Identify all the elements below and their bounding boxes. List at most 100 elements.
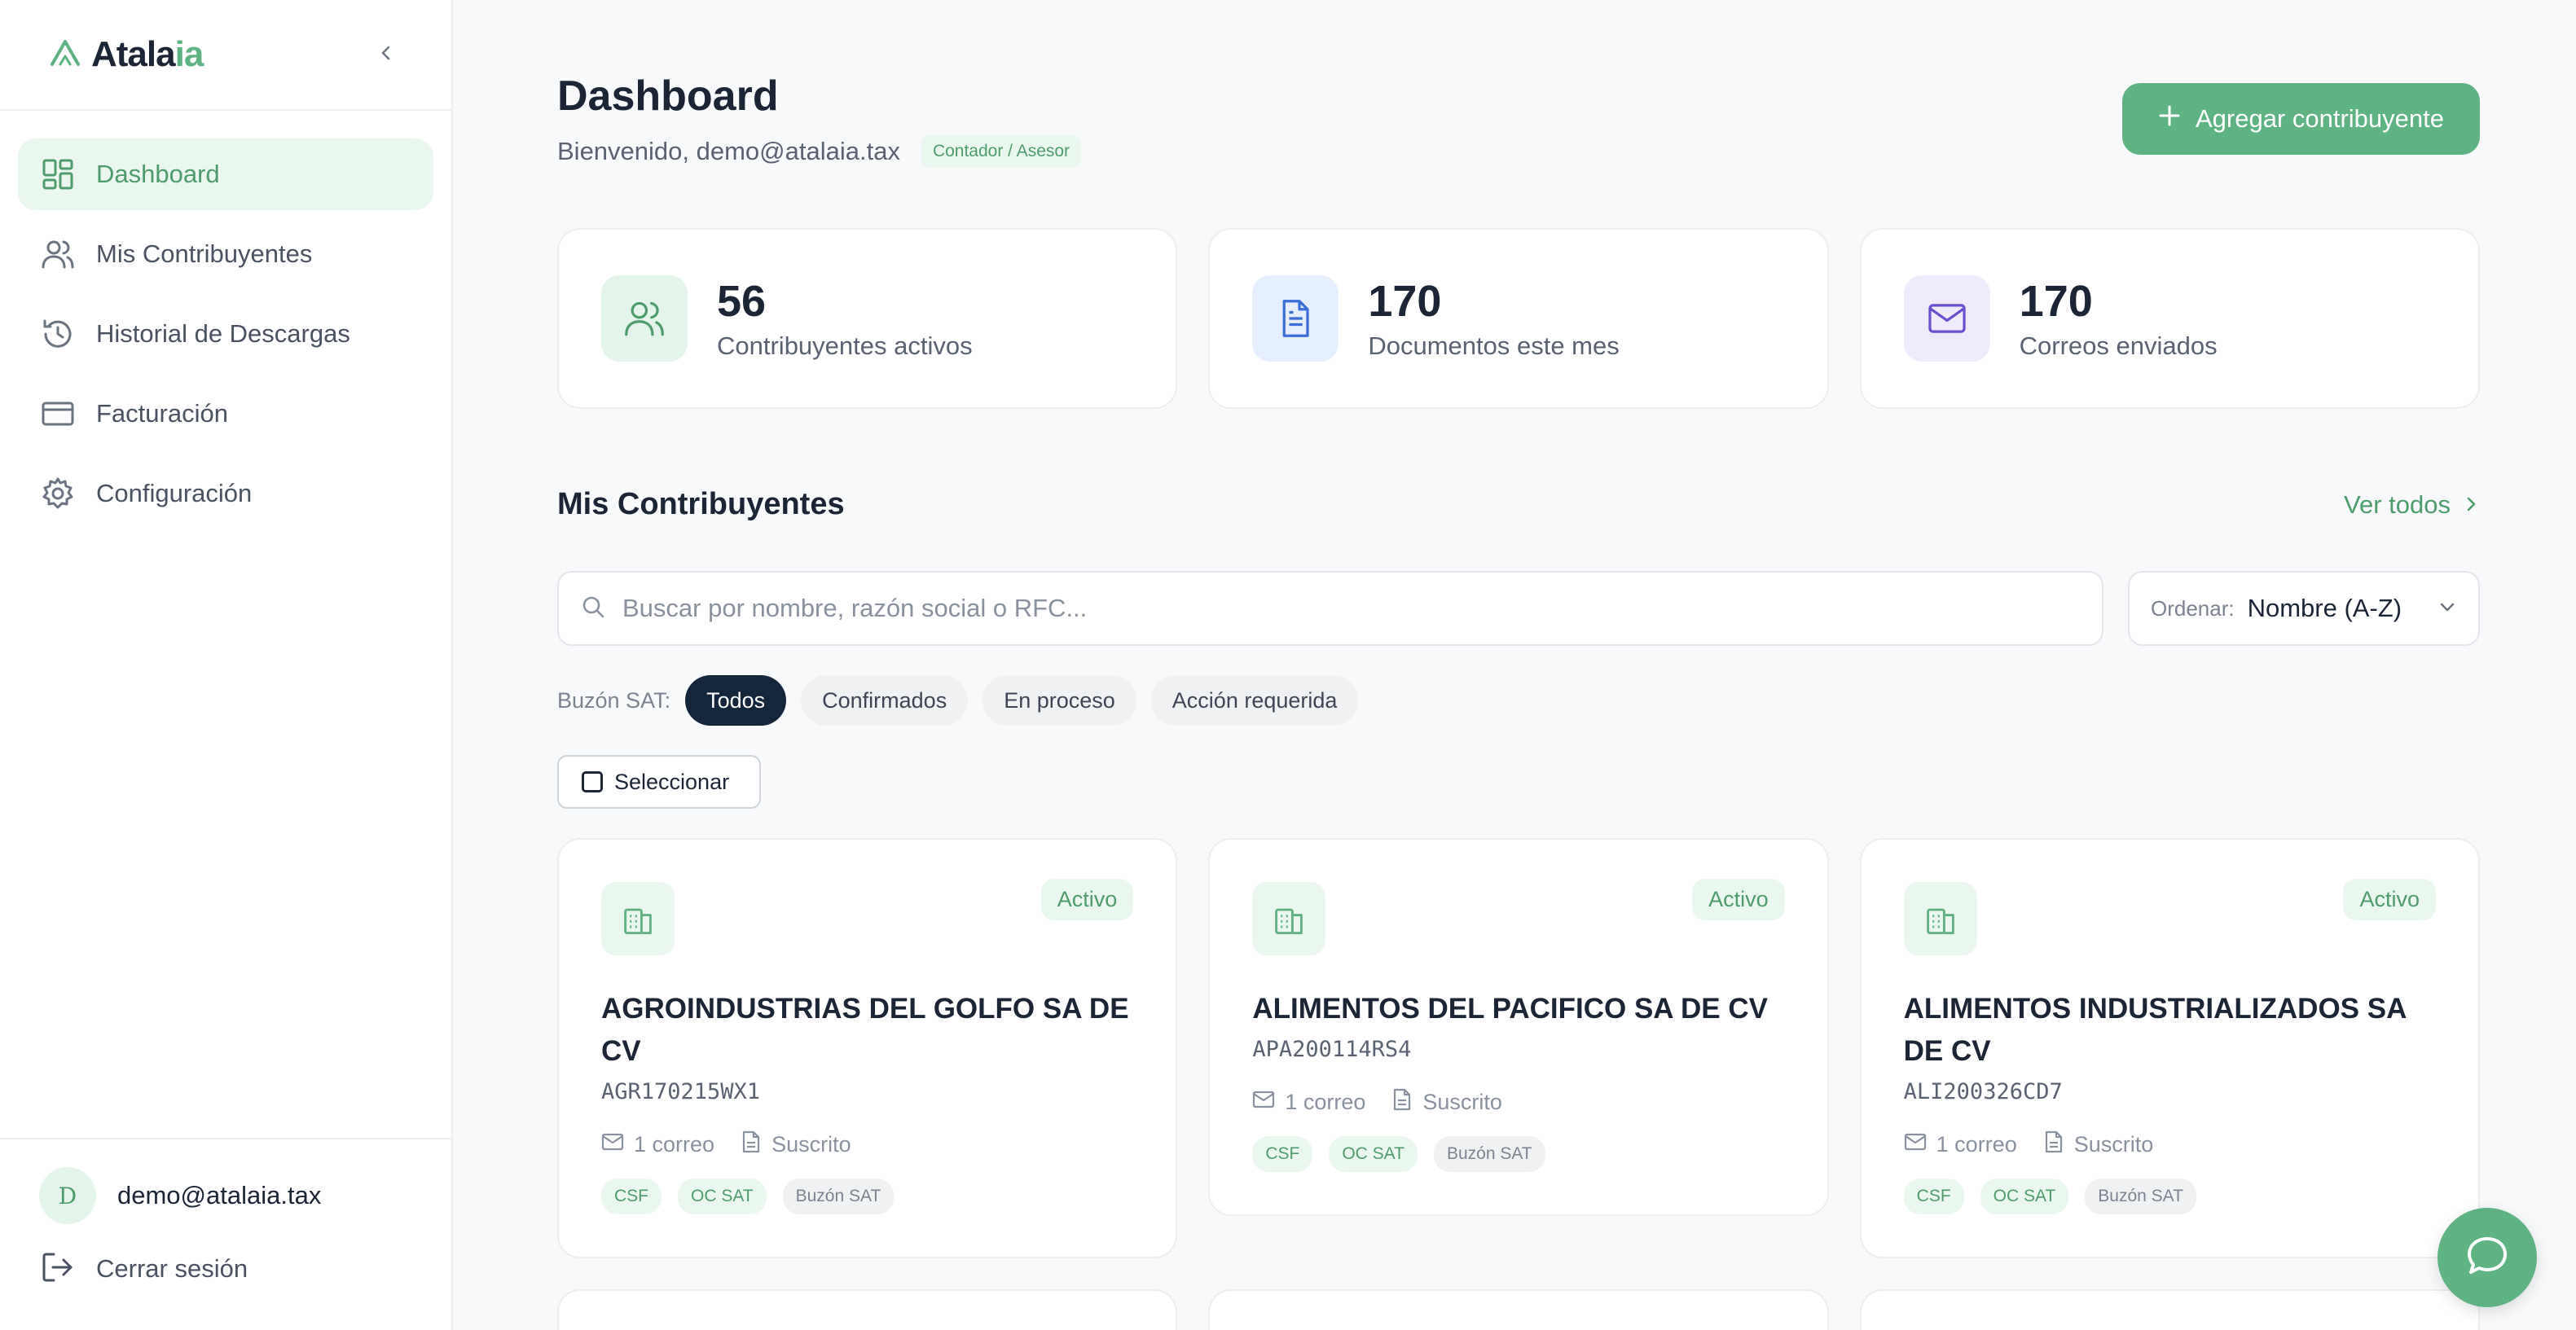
select-label: Seleccionar <box>614 769 730 794</box>
filter-chip-en-proceso[interactable]: En proceso <box>982 675 1136 726</box>
mail-icon <box>1252 1088 1275 1117</box>
stat-label: Documentos este mes <box>1368 331 1620 360</box>
tag-csf: CSF <box>1903 1179 1964 1214</box>
document-icon <box>741 1130 762 1159</box>
logout-button[interactable]: Cerrar sesión <box>39 1232 412 1306</box>
email-count-label: 1 correo <box>1285 1090 1366 1114</box>
sidebar-item-label: Dashboard <box>96 160 220 188</box>
chevron-right-icon <box>2462 490 2480 520</box>
contribuyente-card[interactable]: Activo ALIMENTOS DEL PACIFICO SA DE CV A… <box>1208 838 1829 1216</box>
search-row: Ordenar: Nombre (A-Z) <box>557 571 2480 646</box>
filter-chip-todos[interactable]: Todos <box>685 675 787 726</box>
building-icon <box>1252 882 1326 955</box>
document-icon <box>1391 1088 1413 1117</box>
stat-value: 56 <box>717 277 767 326</box>
view-all-link[interactable]: Ver todos <box>2344 490 2480 520</box>
contribuyente-card[interactable] <box>557 1289 1178 1330</box>
tag-csf: CSF <box>1252 1136 1313 1172</box>
main-content: Dashboard Bienvenido, demo@atalaia.tax C… <box>453 0 2576 1330</box>
status-badge: Activo <box>1040 879 1134 920</box>
mail-icon <box>601 1130 624 1159</box>
email-count: 1 correo <box>1252 1088 1365 1117</box>
chevron-down-icon <box>2438 597 2457 621</box>
search-box[interactable] <box>557 571 2103 646</box>
credit-card-icon <box>41 397 75 431</box>
collapse-sidebar-button[interactable] <box>370 38 402 71</box>
history-icon <box>41 317 75 351</box>
dashboard-grid-icon <box>41 157 75 191</box>
tag-csf: CSF <box>601 1179 662 1214</box>
status-badge: Activo <box>1692 879 1785 920</box>
tag-buzon-sat: Buzón SAT <box>782 1179 895 1214</box>
tag-oc-sat: OC SAT <box>678 1179 767 1214</box>
contribuyente-rfc: AGR170215WX1 <box>601 1079 761 1104</box>
welcome-text: Bienvenido, demo@atalaia.tax <box>557 137 900 165</box>
logout-icon <box>41 1250 75 1288</box>
contribuyente-name: AGROINDUSTRIAS DEL GOLFO SA DE CV <box>601 993 1129 1067</box>
role-badge: Contador / Asesor <box>921 135 1082 168</box>
sidebar-item-label: Configuración <box>96 479 253 507</box>
select-button[interactable]: Seleccionar <box>557 755 761 809</box>
sort-label: Ordenar: <box>2151 595 2235 621</box>
search-icon <box>580 594 606 624</box>
contribuyente-card[interactable]: Activo ALIMENTOS INDUSTRIALIZADOS SA DE … <box>1859 838 2480 1258</box>
logo[interactable]: Atalaia <box>49 34 204 75</box>
next-row-cards <box>557 1289 2480 1330</box>
tag-buzon-sat: Buzón SAT <box>1433 1136 1545 1172</box>
checkbox-icon <box>582 771 603 792</box>
stat-label: Correos enviados <box>2019 331 2218 360</box>
document-icon <box>1252 275 1339 362</box>
sidebar-footer: D demo@atalaia.tax Cerrar sesión <box>0 1138 451 1330</box>
building-icon <box>601 882 675 955</box>
sidebar-item-mis-contribuyentes[interactable]: Mis Contribuyentes <box>18 218 433 290</box>
add-contribuyente-button[interactable]: Agregar contribuyente <box>2121 83 2480 155</box>
sidebar-nav: Dashboard Mis Contribuyentes Historial d… <box>0 111 451 557</box>
contribuyente-card[interactable] <box>1859 1289 2480 1330</box>
view-all-label: Ver todos <box>2344 489 2451 519</box>
contribuyente-card[interactable]: Activo AGROINDUSTRIAS DEL GOLFO SA DE CV… <box>557 838 1178 1258</box>
contribuyente-name: ALIMENTOS INDUSTRIALIZADOS SA DE CV <box>1903 993 2407 1067</box>
contribuyente-name: ALIMENTOS DEL PACIFICO SA DE CV <box>1252 993 1768 1025</box>
subscription-status: Suscrito <box>2043 1130 2154 1159</box>
stat-card-contribuyentes: 56 Contribuyentes activos <box>557 228 1178 409</box>
user-profile[interactable]: D demo@atalaia.tax <box>39 1159 412 1232</box>
plus-icon <box>2158 104 2181 134</box>
filter-chip-confirmados[interactable]: Confirmados <box>801 675 969 726</box>
sidebar-item-facturacion[interactable]: Facturación <box>18 378 433 450</box>
sidebar: Atalaia Dashboard Mis Contribuyentes His… <box>0 0 453 1330</box>
logo-icon <box>49 37 81 73</box>
sidebar-item-dashboard[interactable]: Dashboard <box>18 138 433 210</box>
subscription-label: Suscrito <box>771 1132 851 1157</box>
email-count-label: 1 correo <box>634 1132 715 1157</box>
email-count: 1 correo <box>601 1130 714 1159</box>
chevron-left-icon <box>377 44 395 66</box>
sidebar-item-historial-de-descargas[interactable]: Historial de Descargas <box>18 298 433 370</box>
add-button-label: Agregar contribuyente <box>2195 104 2444 133</box>
page-header: Dashboard Bienvenido, demo@atalaia.tax C… <box>557 65 2480 168</box>
tag-oc-sat: OC SAT <box>1980 1179 2069 1214</box>
contribuyente-card[interactable] <box>1208 1289 1829 1330</box>
mail-icon <box>1903 275 1990 362</box>
contribuyente-rfc: APA200114RS4 <box>1252 1037 1412 1062</box>
email-count: 1 correo <box>1904 1130 2017 1159</box>
sidebar-item-label: Facturación <box>96 399 228 428</box>
sidebar-item-label: Historial de Descargas <box>96 319 350 348</box>
brand-name: Atalaia <box>91 34 204 75</box>
subscription-label: Suscrito <box>1422 1090 1502 1114</box>
search-input[interactable] <box>622 594 2081 623</box>
mail-icon <box>1904 1130 1927 1159</box>
document-icon <box>2043 1130 2064 1159</box>
filter-label: Buzón SAT: <box>557 687 671 713</box>
sidebar-item-label: Mis Contribuyentes <box>96 239 313 268</box>
filter-chip-accion-requerida[interactable]: Acción requerida <box>1150 675 1359 726</box>
brand-header: Atalaia <box>0 0 451 111</box>
building-icon <box>1903 882 1977 955</box>
contribuyente-rfc: ALI200326CD7 <box>1903 1079 2063 1104</box>
sidebar-item-configuracion[interactable]: Configuración <box>18 458 433 529</box>
chat-support-button[interactable] <box>2438 1208 2537 1307</box>
section-title: Mis Contribuyentes <box>557 487 845 521</box>
subscription-label: Suscrito <box>2073 1132 2154 1157</box>
sort-select[interactable]: Ordenar: Nombre (A-Z) <box>2128 571 2480 646</box>
section-header: Mis Contribuyentes Ver todos <box>557 487 2480 522</box>
contribuyentes-grid: Activo AGROINDUSTRIAS DEL GOLFO SA DE CV… <box>557 838 2480 1258</box>
